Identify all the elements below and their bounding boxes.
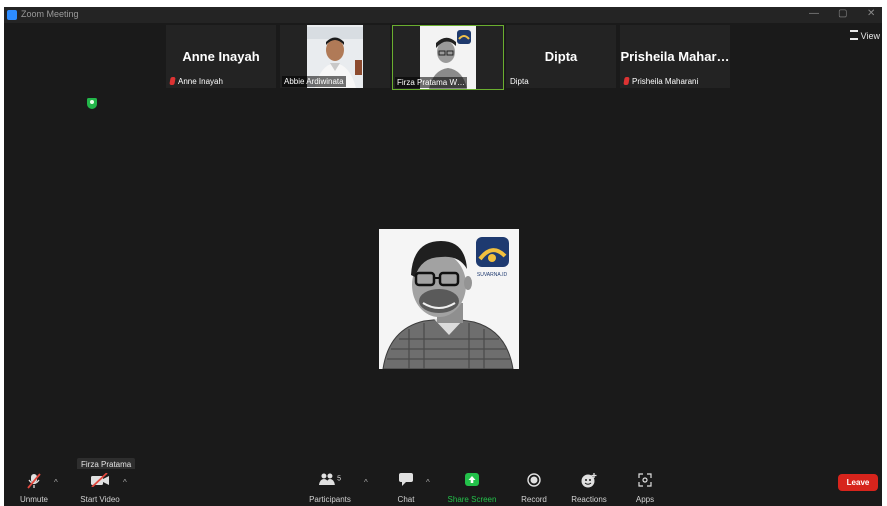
- video-off-icon: [91, 473, 109, 487]
- mic-muted-icon: [169, 77, 176, 85]
- mic-muted-icon: [27, 473, 41, 489]
- participants-icon: [318, 473, 335, 485]
- participants-label: Participants: [309, 495, 351, 504]
- gallery-view-icon: [849, 30, 858, 40]
- participant-tile-anne[interactable]: Anne Inayah Anne Inayah: [166, 25, 276, 88]
- minimize-icon[interactable]: —: [809, 8, 819, 19]
- participants-options-chevron-icon[interactable]: ^: [364, 478, 368, 487]
- reactions-button[interactable]: Reactions: [566, 469, 612, 506]
- chat-button[interactable]: Chat: [389, 469, 423, 506]
- audio-options-chevron-icon[interactable]: ^: [54, 478, 58, 487]
- leave-button[interactable]: Leave: [838, 474, 878, 491]
- start-video-label: Start Video: [80, 495, 120, 504]
- participant-display-name: Prisheila Mahar…: [620, 49, 730, 64]
- participant-display-name: Anne Inayah: [182, 49, 260, 64]
- apps-label: Apps: [635, 495, 655, 504]
- participant-tile-dipta[interactable]: Dipta Dipta: [506, 25, 616, 88]
- view-button-label: View: [860, 31, 880, 41]
- participant-display-name: Dipta: [544, 49, 578, 64]
- participants-count: 5: [337, 475, 342, 483]
- participant-label: Dipta: [510, 77, 529, 86]
- meeting-toolbar: Unmute ^ Start Video ^ 5 Participants ^ …: [4, 469, 882, 506]
- window-title: Zoom Meeting: [21, 9, 79, 19]
- apps-button[interactable]: Apps: [630, 469, 660, 506]
- start-video-button[interactable]: Start Video: [74, 469, 126, 506]
- chat-label: Chat: [397, 495, 415, 504]
- participant-tile-prisheila[interactable]: Prisheila Mahar… Prisheila Maharani: [620, 25, 730, 88]
- record-icon: [527, 473, 541, 487]
- unmute-button[interactable]: Unmute: [12, 469, 56, 506]
- participant-label: Prisheila Maharani: [622, 76, 700, 87]
- reactions-smiley-icon: [581, 473, 597, 488]
- participants-button[interactable]: 5 Participants: [304, 469, 356, 506]
- apps-icon: [638, 473, 652, 487]
- chat-options-chevron-icon[interactable]: ^: [426, 478, 430, 487]
- participant-tile-firza[interactable]: Firza Pratama W…: [392, 25, 504, 90]
- participant-label: Firza Pratama W…: [395, 77, 468, 88]
- close-icon[interactable]: ✕: [867, 8, 875, 19]
- record-label: Record: [521, 495, 547, 504]
- participant-label: Abbie Ardiwinata: [282, 76, 346, 87]
- main-speaker-video: SUVARNA.ID: [379, 229, 519, 369]
- unmute-label: Unmute: [19, 495, 48, 504]
- maximize-icon[interactable]: ▢: [838, 8, 847, 19]
- suvarna-logo-icon: [476, 237, 509, 267]
- reactions-label: Reactions: [571, 495, 607, 504]
- participant-tile-abbie[interactable]: Abbie Ardiwinata: [280, 25, 390, 88]
- logo-text: SUVARNA.ID: [477, 272, 508, 278]
- participant-name: Anne Inayah: [178, 77, 223, 86]
- security-shield-icon[interactable]: [87, 98, 97, 109]
- share-screen-icon: [465, 473, 479, 486]
- mic-muted-icon: [623, 77, 630, 85]
- title-bar: Zoom Meeting — ▢ ✕: [4, 7, 882, 23]
- share-screen-button[interactable]: Share Screen: [444, 469, 500, 506]
- speaker-portrait: SUVARNA.ID: [379, 229, 519, 369]
- share-screen-label: Share Screen: [447, 495, 497, 504]
- zoom-window: Zoom Meeting — ▢ ✕ View Anne Inayah Anne…: [4, 7, 882, 506]
- record-button[interactable]: Record: [514, 469, 554, 506]
- zoom-app-icon: [7, 10, 17, 20]
- video-options-chevron-icon[interactable]: ^: [123, 478, 127, 487]
- view-button[interactable]: View: [849, 30, 880, 41]
- participant-name: Prisheila Maharani: [632, 77, 699, 86]
- chat-icon: [399, 473, 413, 486]
- participant-label: Anne Inayah: [168, 76, 225, 87]
